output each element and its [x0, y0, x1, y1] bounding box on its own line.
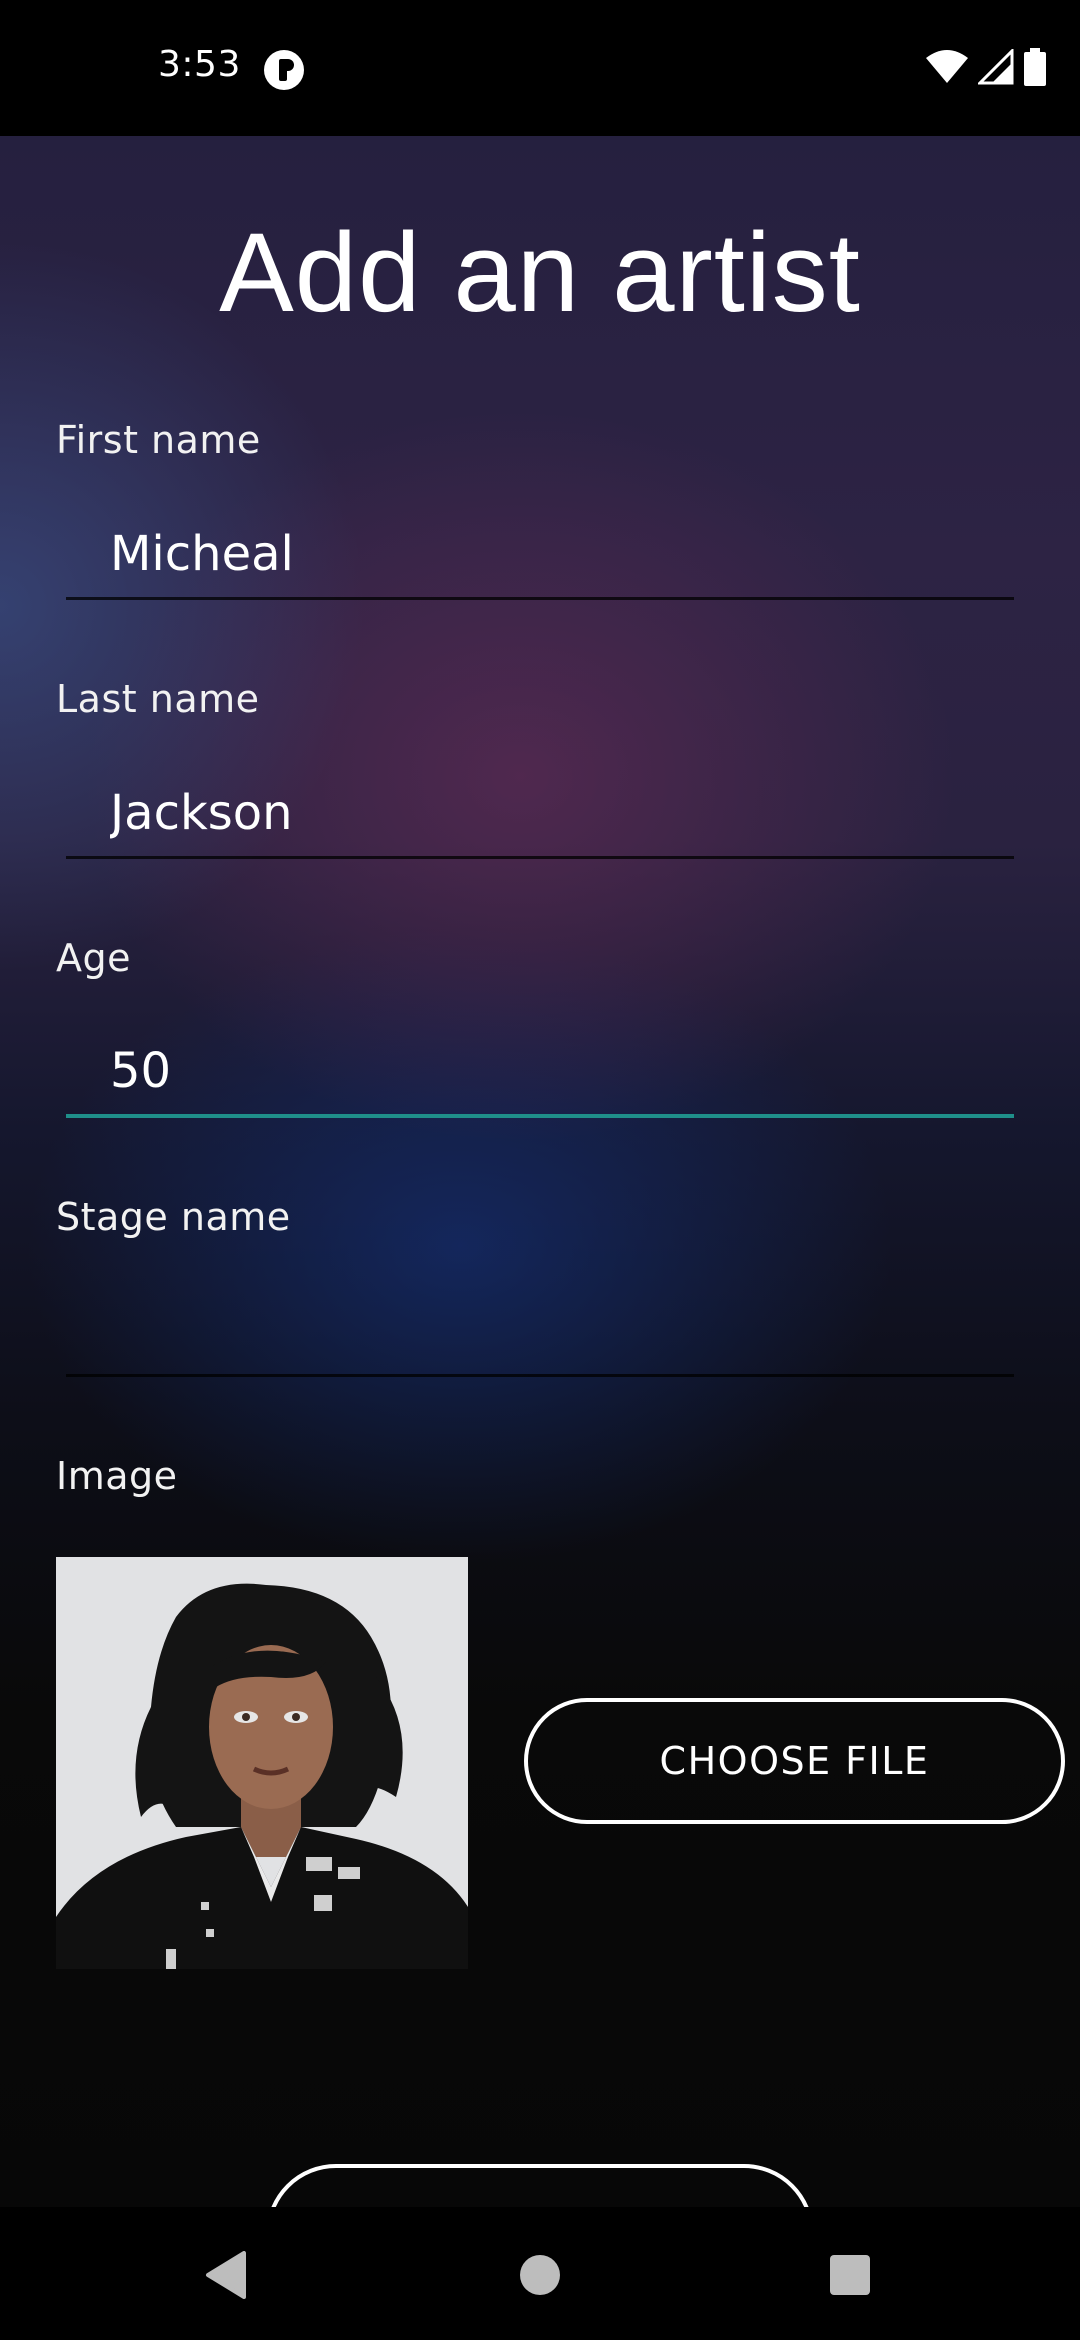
- age-label: Age: [56, 936, 131, 980]
- stage-name-label: Stage name: [56, 1195, 291, 1239]
- home-button[interactable]: [510, 2245, 570, 2305]
- artist-image-preview: [56, 1557, 468, 1969]
- artist-portrait-illustration: [56, 1557, 468, 1969]
- choose-file-button[interactable]: CHOOSE FILE: [524, 1698, 1065, 1824]
- recents-button[interactable]: [820, 2245, 880, 2305]
- age-input[interactable]: [66, 1028, 1014, 1118]
- stage-name-input[interactable]: [66, 1287, 1014, 1377]
- navigation-bar: [0, 2207, 1080, 2340]
- last-name-input[interactable]: [66, 769, 1014, 859]
- status-time: 3:53: [158, 44, 241, 85]
- cellular-signal-icon: [978, 49, 1014, 85]
- battery-icon: [1024, 48, 1046, 86]
- back-icon: [206, 2251, 246, 2299]
- first-name-label: First name: [56, 418, 261, 462]
- status-bar: 3:53: [0, 0, 1080, 136]
- page-title: Add an artist: [219, 210, 861, 335]
- home-icon: [520, 2255, 560, 2295]
- back-button[interactable]: [196, 2245, 256, 2305]
- image-label: Image: [56, 1454, 178, 1498]
- app-notification-icon: [264, 50, 304, 90]
- submit-button[interactable]: [266, 2164, 814, 2207]
- add-artist-screen: Add an artist First name Last name Age S…: [0, 136, 1080, 2207]
- first-name-input[interactable]: [66, 510, 1014, 600]
- recents-icon: [830, 2255, 870, 2295]
- last-name-label: Last name: [56, 677, 260, 721]
- wifi-icon: [926, 50, 968, 83]
- status-icons: [926, 48, 1046, 86]
